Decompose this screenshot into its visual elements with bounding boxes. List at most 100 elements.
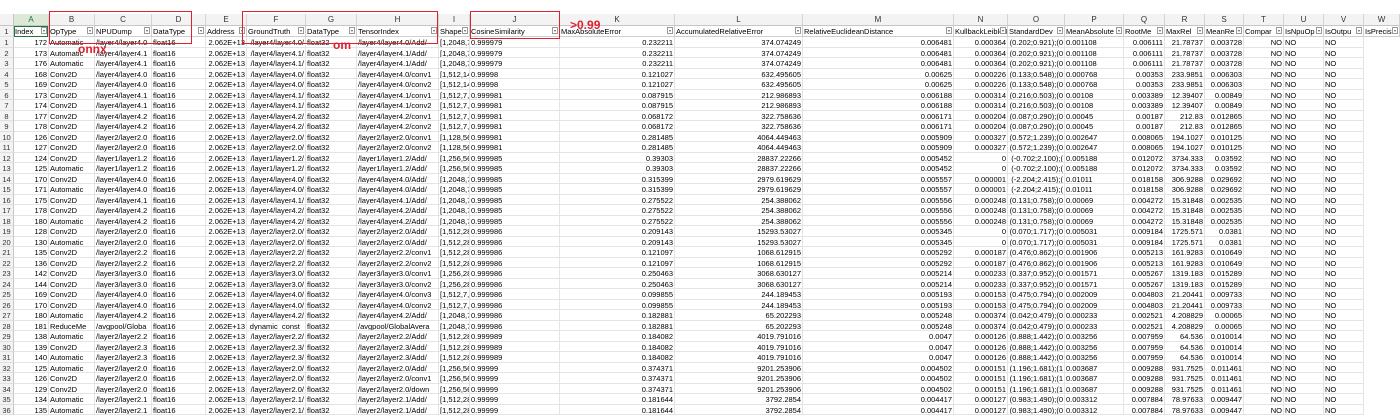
cell-h[interactable]: /layer4/layer4.1/Add/ bbox=[357, 58, 439, 69]
cell-g[interactable]: float32 bbox=[306, 215, 357, 226]
cell-m[interactable]: 0.004502 bbox=[803, 373, 954, 384]
cell-m[interactable]: 0.004502 bbox=[803, 383, 954, 394]
cell-m[interactable]: 0.006188 bbox=[803, 100, 954, 111]
cell-t[interactable]: NO bbox=[1244, 131, 1284, 142]
cell-o[interactable]: (0.042;0.479);(0 bbox=[1008, 320, 1065, 331]
select-all-corner[interactable] bbox=[0, 14, 14, 26]
cell-h[interactable]: /layer1/layer1.2/Add/ bbox=[357, 163, 439, 174]
cell-p[interactable]: 0.005188 bbox=[1065, 152, 1124, 163]
cell-v[interactable]: NO bbox=[1324, 226, 1364, 237]
cell-t[interactable]: NO bbox=[1244, 173, 1284, 184]
cell-g[interactable]: float32 bbox=[306, 299, 357, 310]
cell-m[interactable]: 0.005345 bbox=[803, 226, 954, 237]
cell-j[interactable]: 0.999985 bbox=[470, 194, 560, 205]
cell-c[interactable]: /avgpool/Globa bbox=[95, 320, 152, 331]
cell-v[interactable]: NO bbox=[1324, 68, 1364, 79]
cell-t[interactable]: NO bbox=[1244, 373, 1284, 384]
cell-v[interactable]: NO bbox=[1324, 121, 1364, 132]
cell-p[interactable]: 0.000233 bbox=[1065, 310, 1124, 321]
cell-o[interactable]: (0.216;0.503);(0 bbox=[1008, 89, 1065, 100]
row-header[interactable]: 22 bbox=[0, 257, 14, 268]
cell-k[interactable]: 0.099855 bbox=[560, 289, 675, 300]
cell-k[interactable]: 0.250463 bbox=[560, 268, 675, 279]
cell-q[interactable]: 0.006111 bbox=[1124, 58, 1165, 69]
cell-h[interactable]: /layer4/layer4.2/conv2 bbox=[357, 121, 439, 132]
cell-i[interactable]: [1,256,56,5 bbox=[439, 152, 470, 163]
cell-b[interactable]: Conv2D bbox=[49, 121, 95, 132]
cell-r[interactable]: 4.208829 bbox=[1165, 310, 1205, 321]
cell-e[interactable]: 2.062E+13 bbox=[206, 383, 247, 394]
cell-d[interactable]: float16 bbox=[152, 331, 206, 342]
cell-t[interactable]: NO bbox=[1244, 236, 1284, 247]
cell-n[interactable]: 0.000374 bbox=[954, 310, 1008, 321]
cell-j[interactable]: 0.999986 bbox=[470, 268, 560, 279]
cell-c[interactable]: /layer3/layer3.0 bbox=[95, 268, 152, 279]
cell-p[interactable]: 0.003256 bbox=[1065, 341, 1124, 352]
cell-s[interactable]: 0.010014 bbox=[1205, 341, 1244, 352]
cell-n[interactable]: 0.000126 bbox=[954, 331, 1008, 342]
cell-j[interactable]: 0.999985 bbox=[470, 163, 560, 174]
cell-v[interactable]: NO bbox=[1324, 394, 1364, 405]
cell-e[interactable]: 2.062E+13 bbox=[206, 331, 247, 342]
cell-s[interactable]: 0.010125 bbox=[1205, 131, 1244, 142]
cell-a[interactable]: 138 bbox=[14, 331, 49, 342]
cell-v[interactable]: NO bbox=[1324, 142, 1364, 153]
cell-a[interactable]: 173 bbox=[14, 89, 49, 100]
cell-d[interactable]: float16 bbox=[152, 205, 206, 216]
cell-i[interactable]: [1,512,7,7] bbox=[439, 100, 470, 111]
cell-m[interactable]: 0.006171 bbox=[803, 121, 954, 132]
cell-f[interactable]: /layer4/layer4.0/ bbox=[247, 173, 306, 184]
cell-r[interactable]: 161.9283 bbox=[1165, 257, 1205, 268]
cell-s[interactable]: 0.002535 bbox=[1205, 205, 1244, 216]
cell-a[interactable]: 125 bbox=[14, 362, 49, 373]
cell-d[interactable]: float16 bbox=[152, 278, 206, 289]
cell-k[interactable]: 0.181644 bbox=[560, 394, 675, 405]
cell-q[interactable]: 0.008065 bbox=[1124, 131, 1165, 142]
cell-o[interactable]: (0.572;1.239);(0 bbox=[1008, 131, 1065, 142]
row-header[interactable]: 30 bbox=[0, 341, 14, 352]
cell-h[interactable]: /layer4/layer4.2/Add/ bbox=[357, 215, 439, 226]
cell-g[interactable]: float32 bbox=[306, 173, 357, 184]
cell-r[interactable]: 12.39407 bbox=[1165, 100, 1205, 111]
cell-v[interactable]: NO bbox=[1324, 163, 1364, 174]
cell-q[interactable]: 0.004272 bbox=[1124, 205, 1165, 216]
cell-p[interactable]: 0.003312 bbox=[1065, 404, 1124, 415]
cell-t[interactable]: NO bbox=[1244, 404, 1284, 415]
cell-s[interactable]: 0.015289 bbox=[1205, 278, 1244, 289]
cell-o[interactable]: (0.337;0.952);(0 bbox=[1008, 278, 1065, 289]
cell-n[interactable]: 0.000364 bbox=[954, 37, 1008, 48]
cell-f[interactable]: /layer4/layer4.0/ bbox=[247, 299, 306, 310]
cell-h[interactable]: /layer2/layer2.3/Add/ bbox=[357, 352, 439, 363]
row-header[interactable]: 1 bbox=[0, 26, 14, 37]
cell-s[interactable]: 0.03592 bbox=[1205, 163, 1244, 174]
cell-j[interactable]: 0.999981 bbox=[470, 121, 560, 132]
cell-b[interactable]: Conv2D bbox=[49, 68, 95, 79]
cell-p[interactable]: 0.005031 bbox=[1065, 226, 1124, 237]
cell-t[interactable]: NO bbox=[1244, 299, 1284, 310]
cell-u[interactable]: NO bbox=[1284, 163, 1324, 174]
filter-dropdown-icon[interactable] bbox=[1356, 27, 1362, 34]
cell-n[interactable]: 0.000126 bbox=[954, 341, 1008, 352]
cell-g[interactable]: float32 bbox=[306, 184, 357, 195]
cell-t[interactable]: NO bbox=[1244, 142, 1284, 153]
cell-b[interactable]: Conv2D bbox=[49, 373, 95, 384]
cell-d[interactable]: float16 bbox=[152, 215, 206, 226]
cell-c[interactable]: /layer4/layer4.0 bbox=[95, 79, 152, 90]
cell-f[interactable]: /layer4/layer4.1/ bbox=[247, 100, 306, 111]
cell-p[interactable]: 0.005188 bbox=[1065, 163, 1124, 174]
cell-f[interactable]: /layer4/layer4.1/ bbox=[247, 89, 306, 100]
cell-e[interactable]: 2.062E+13 bbox=[206, 404, 247, 415]
cell-i[interactable]: [1,2048,7,7 bbox=[439, 184, 470, 195]
cell-u[interactable]: NO bbox=[1284, 152, 1324, 163]
cell-b[interactable]: Conv2D bbox=[49, 205, 95, 216]
cell-h[interactable]: /layer2/layer2.2/conv1 bbox=[357, 247, 439, 258]
cell-c[interactable]: /layer2/layer2.3 bbox=[95, 341, 152, 352]
cell-p[interactable]: 0.000768 bbox=[1065, 68, 1124, 79]
cell-e[interactable]: 2.062E+13 bbox=[206, 394, 247, 405]
cell-r[interactable]: 64.536 bbox=[1165, 352, 1205, 363]
cell-o[interactable]: (0.476;0.862);(0 bbox=[1008, 257, 1065, 268]
header-cell[interactable]: RootMe bbox=[1124, 26, 1165, 37]
cell-a[interactable]: 130 bbox=[14, 236, 49, 247]
column-header-u[interactable]: U bbox=[1284, 14, 1324, 26]
spreadsheet-grid[interactable]: ABCDEFGHIJKLMNOPQRSTUVW Index OpType NPUDu… bbox=[0, 0, 1400, 415]
